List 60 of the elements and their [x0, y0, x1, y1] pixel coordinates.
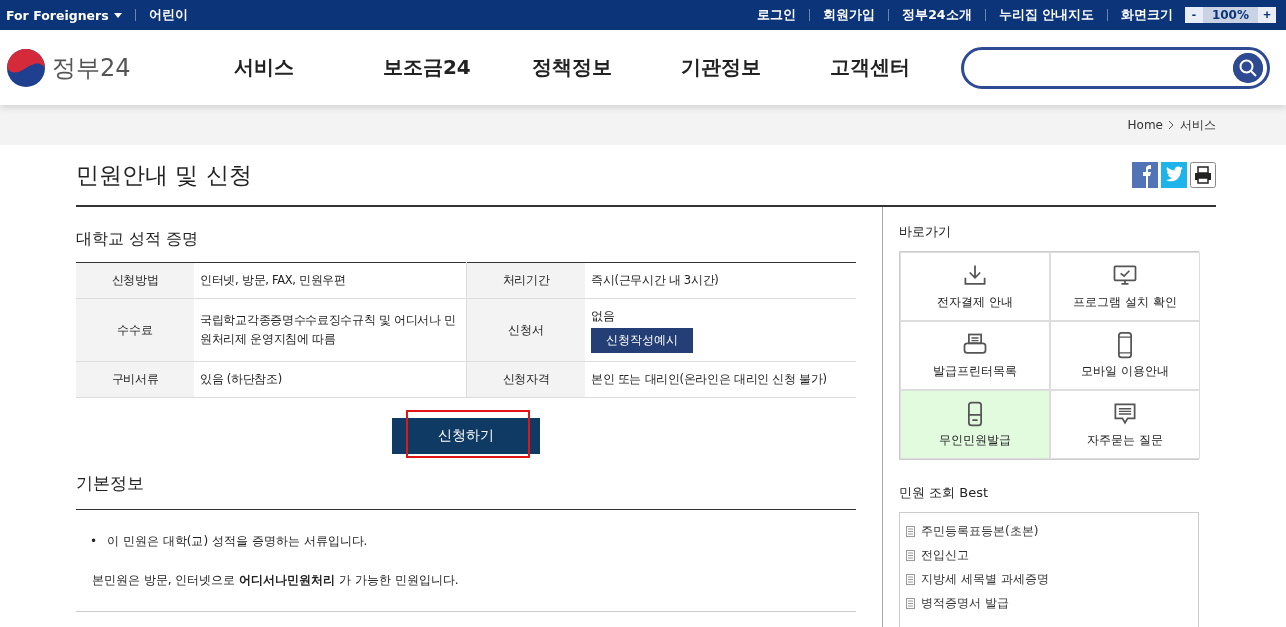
- paragraph: 본민원은 방문, 인터넷으로 어디서나민원처리 가 가능한 민원입니다.: [92, 573, 459, 587]
- quick-link[interactable]: 모바일 이용안내: [1050, 321, 1200, 390]
- chevron-icon: [1169, 121, 1174, 129]
- bullet-icon: •: [90, 532, 98, 550]
- top-link[interactable]: For Foreigners: [6, 7, 122, 23]
- nav-item[interactable]: 기관정보: [662, 54, 812, 81]
- table-header-cell: 신청방법: [76, 262, 194, 299]
- zoom-out-button[interactable]: -: [1184, 7, 1203, 23]
- quick-link[interactable]: 전자결제 안내: [900, 252, 1050, 321]
- document-icon: [906, 549, 915, 561]
- table-header-cell: 처리기간: [466, 262, 585, 299]
- best-item[interactable]: 지방세 세목별 과세증명: [921, 570, 1049, 588]
- zoom-value: 100%: [1210, 8, 1250, 22]
- zoom-label[interactable]: 화면크기: [1120, 6, 1173, 24]
- bullet-text: 이 민원은 대학(교) 성적을 증명하는 서류입니다.: [107, 533, 368, 550]
- breadcrumb-item[interactable]: 서비스: [1180, 116, 1216, 134]
- top-link[interactable]: 정부24소개: [902, 6, 972, 24]
- nav-item[interactable]: 정책정보: [513, 54, 663, 81]
- table-header-cell: 수수료: [76, 298, 194, 362]
- logo-icon: [6, 47, 46, 88]
- nav-item[interactable]: 보조금24: [364, 54, 514, 81]
- sidebar-title: 바로가기: [899, 223, 952, 241]
- table-header-cell: 구비서류: [76, 361, 194, 398]
- quick-link[interactable]: 발급프린터목록: [900, 321, 1050, 390]
- search-field[interactable]: [960, 46, 1270, 89]
- section-title: 대학교 성적 증명: [76, 229, 200, 250]
- top-link[interactable]: 누리집 안내지도: [998, 6, 1094, 24]
- page-title: 민원안내 및 신청: [76, 160, 252, 190]
- quick-link[interactable]: 무인민원발급: [900, 390, 1050, 459]
- nav-item[interactable]: 고객센터: [811, 54, 961, 81]
- zoom-in-button[interactable]: +: [1258, 7, 1276, 23]
- best-item[interactable]: 주민등록표등본(초본): [921, 522, 1039, 540]
- quick-link[interactable]: 프로그램 설치 확인: [1050, 252, 1200, 321]
- sidebar-title: 민원 조회 Best: [899, 484, 990, 502]
- top-link[interactable]: 어린이: [148, 6, 188, 24]
- print-icon[interactable]: [1190, 162, 1216, 188]
- table-cell: 없음: [591, 309, 615, 323]
- table-cell: 즉시(근무시간 내 3시간): [585, 262, 856, 299]
- document-icon: [906, 597, 915, 609]
- table-cell: 인터넷, 방문, FAX, 민원우편: [194, 262, 467, 299]
- best-item[interactable]: 전입신고: [921, 546, 969, 564]
- table-cell: 국립학교각종증명수수료징수규칙 및 어디서나 민원처리제 운영지침에 따름: [194, 298, 467, 362]
- search-icon[interactable]: [1233, 52, 1263, 83]
- section-title: 기본정보: [76, 472, 856, 510]
- document-icon: [906, 525, 915, 537]
- document-icon: [906, 573, 915, 585]
- facebook-icon[interactable]: [1132, 162, 1158, 188]
- best-item[interactable]: 병적증명서 발급: [921, 594, 1009, 612]
- top-link[interactable]: 회원가입: [823, 6, 876, 24]
- table-cell: 본인 또는 대리인(온라인은 대리인 신청 불가): [585, 361, 856, 398]
- table-cell: 있음 (하단참조): [194, 361, 467, 398]
- breadcrumb-item[interactable]: Home: [1127, 118, 1163, 132]
- table-header-cell: 신청서: [466, 298, 585, 362]
- apply-button[interactable]: 신청하기: [392, 418, 540, 454]
- top-link[interactable]: 로그인: [757, 6, 797, 24]
- example-button[interactable]: 신청작성예시: [591, 328, 693, 353]
- logo-text[interactable]: 정부24: [52, 51, 131, 84]
- table-header-cell: 신청자격: [466, 361, 585, 398]
- quick-link[interactable]: 자주묻는 질문: [1050, 390, 1200, 459]
- nav-item[interactable]: 서비스: [215, 54, 365, 81]
